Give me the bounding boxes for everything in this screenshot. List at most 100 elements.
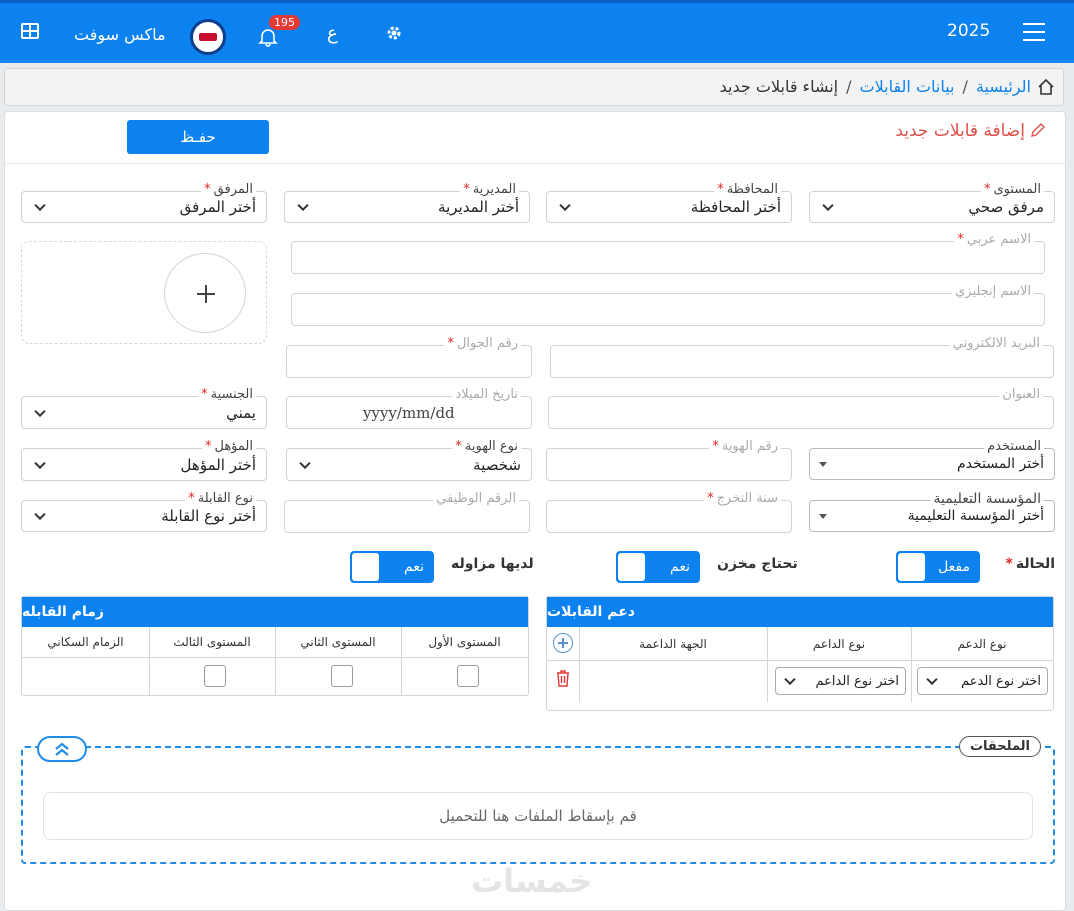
company-name: ماكس سوفت: [74, 25, 166, 44]
trash-icon[interactable]: [555, 669, 571, 687]
id-number-label: رقم الهوية*: [709, 439, 781, 455]
reins-panel: زمام القابله المستوى الأول المستوى الثان…: [21, 596, 529, 696]
has-practice-toggle[interactable]: نعم: [350, 551, 434, 583]
attachments-title: الملحقات: [958, 736, 1041, 757]
chevron-down-icon: [299, 457, 311, 469]
nationality-select[interactable]: الجنسية* يمني: [21, 387, 267, 429]
toggle-knob: [618, 553, 645, 581]
midwife-type-value: أختر نوع القابلة: [161, 507, 256, 525]
directorate-select[interactable]: المديرية* أختر المديرية: [284, 182, 530, 223]
user-select[interactable]: المستخدم أختر المستخدم: [809, 439, 1055, 480]
home-icon[interactable]: [1037, 78, 1055, 96]
pencil-icon: [1030, 122, 1046, 138]
collapse-button[interactable]: [37, 736, 87, 762]
chevron-down-icon: [784, 673, 796, 686]
caret-down-icon: [819, 514, 827, 519]
user-value: أختر المستخدم: [957, 456, 1044, 472]
chevron-down-icon: [34, 508, 46, 521]
supporter-type-select[interactable]: اختر نوع الداعم: [775, 667, 906, 695]
address-input[interactable]: العنوان: [548, 387, 1054, 429]
id-type-value: شخصية: [473, 455, 521, 474]
email-input[interactable]: البريد الالكتروني: [550, 336, 1054, 378]
level-value: مرفق صحي: [968, 198, 1044, 216]
breadcrumb-home[interactable]: الرئيسية: [976, 77, 1031, 96]
hamburger-icon[interactable]: [1023, 23, 1045, 41]
status-label: الحالة*: [1005, 556, 1055, 572]
birth-date-input[interactable]: تاريخ الميلاد yyyy/mm/dd: [286, 387, 532, 429]
company-logo: [190, 19, 226, 55]
job-number-input[interactable]: الرقم الوظيفي: [284, 491, 530, 533]
file-dropzone[interactable]: قم بإسقاط الملفات هنا للتحميل: [43, 792, 1033, 840]
facility-value: أختر المرفق: [179, 198, 256, 216]
mobile-label: رقم الجوال*: [444, 336, 521, 352]
toggle-knob: [352, 553, 379, 581]
has-practice-toggle-label: نعم: [404, 559, 424, 575]
form-card: إضافة قابلات جديد حفـظ المستوى* مرفق صحي…: [4, 111, 1066, 911]
grad-year-input[interactable]: سنة التخرج*: [546, 491, 792, 533]
name-en-label: الاسم إنجليزي: [952, 284, 1034, 300]
support-col-supporter-type: نوع الداعم: [812, 636, 866, 651]
caret-down-icon: [819, 462, 827, 467]
level-select[interactable]: المستوى* مرفق صحي: [809, 182, 1055, 223]
breadcrumb-section[interactable]: بيانات القابلات: [860, 77, 955, 96]
chevron-down-icon: [559, 199, 571, 212]
breadcrumb: الرئيسية / بيانات القابلات / إنشاء قابلا…: [4, 68, 1064, 106]
grid-icon[interactable]: [21, 23, 39, 39]
midwife-type-select[interactable]: نوع القابلة* أختر نوع القابلة: [21, 491, 267, 532]
support-col-type: نوع الدعم: [957, 636, 1007, 651]
notification-badge: 195: [269, 15, 300, 30]
bell-icon[interactable]: [258, 27, 278, 47]
top-navbar: 2025 ماكس سوفت 195 ع: [0, 0, 1074, 63]
job-number-label: الرقم الوظيفي: [433, 491, 519, 507]
reins-panel-title: زمام القابله: [22, 597, 528, 627]
grad-year-label: سنة التخرج*: [704, 491, 781, 507]
year-label[interactable]: 2025: [947, 21, 990, 41]
breadcrumb-current: إنشاء قابلات جديد: [719, 77, 839, 96]
reins-col-level2: المستوى الثاني: [300, 635, 376, 649]
add-row-icon[interactable]: [553, 633, 573, 653]
chevron-down-icon: [822, 199, 834, 212]
chevron-down-icon: [926, 673, 938, 686]
qualification-select[interactable]: المؤهل* أختر المؤهل: [21, 439, 267, 481]
chevron-down-icon: [34, 457, 46, 469]
chevron-double-up-icon: [55, 742, 69, 756]
birth-date-label: تاريخ الميلاد: [452, 387, 521, 403]
level3-checkbox[interactable]: [204, 665, 226, 687]
gear-icon[interactable]: [385, 24, 403, 42]
support-type-value: اختر نوع الدعم: [961, 673, 1041, 689]
name-en-input[interactable]: الاسم إنجليزي: [291, 284, 1045, 326]
photo-upload[interactable]: [21, 241, 267, 344]
id-type-select[interactable]: نوع الهوية* شخصية: [286, 439, 532, 481]
level1-checkbox[interactable]: [457, 665, 479, 687]
language-toggle[interactable]: ع: [327, 23, 338, 44]
birth-date-placeholder: yyyy/mm/dd: [363, 404, 455, 422]
name-ar-input[interactable]: الاسم عربي*: [291, 232, 1045, 274]
form-title: إضافة قابلات جديد: [895, 121, 1025, 141]
level2-checkbox[interactable]: [331, 665, 353, 687]
reins-col-population: الزمام السكاني: [47, 635, 124, 649]
plus-icon[interactable]: [164, 253, 246, 333]
reins-col-level1: المستوى الأول: [428, 635, 501, 649]
needs-store-toggle[interactable]: نعم: [616, 551, 700, 583]
status-toggle-label: مفعل: [938, 559, 970, 575]
save-button[interactable]: حفـظ: [127, 120, 269, 154]
support-panel-title: دعم القابلات: [547, 597, 1053, 627]
breadcrumb-separator: /: [846, 77, 852, 96]
governorate-select[interactable]: المحافظة* أختر المحافظة: [546, 182, 792, 223]
governorate-value: أختر المحافظة: [690, 198, 781, 216]
toggle-knob: [898, 553, 925, 581]
header-divider: [5, 163, 1065, 164]
needs-store-label: تحتاج مخزن: [717, 556, 798, 572]
id-number-input[interactable]: رقم الهوية*: [546, 439, 792, 481]
facility-select[interactable]: المرفق* أختر المرفق: [21, 182, 267, 223]
support-panel: دعم القابلات نوع الدعم نوع الداعم الجهة …: [546, 596, 1054, 711]
directorate-value: أختر المديرية: [438, 198, 519, 216]
institution-select[interactable]: المؤسسة التعليمية أختر المؤسسة التعليمية: [809, 491, 1055, 532]
email-label: البريد الالكتروني: [949, 336, 1043, 352]
attachments-section: الملحقات قم بإسقاط الملفات هنا للتحميل: [21, 736, 1055, 864]
support-type-select[interactable]: اختر نوع الدعم: [917, 667, 1048, 695]
status-toggle[interactable]: مفعل: [896, 551, 980, 583]
has-practice-label: لديها مزاوله: [451, 556, 534, 572]
mobile-input[interactable]: رقم الجوال*: [286, 336, 532, 378]
name-ar-label: الاسم عربي*: [954, 232, 1034, 248]
